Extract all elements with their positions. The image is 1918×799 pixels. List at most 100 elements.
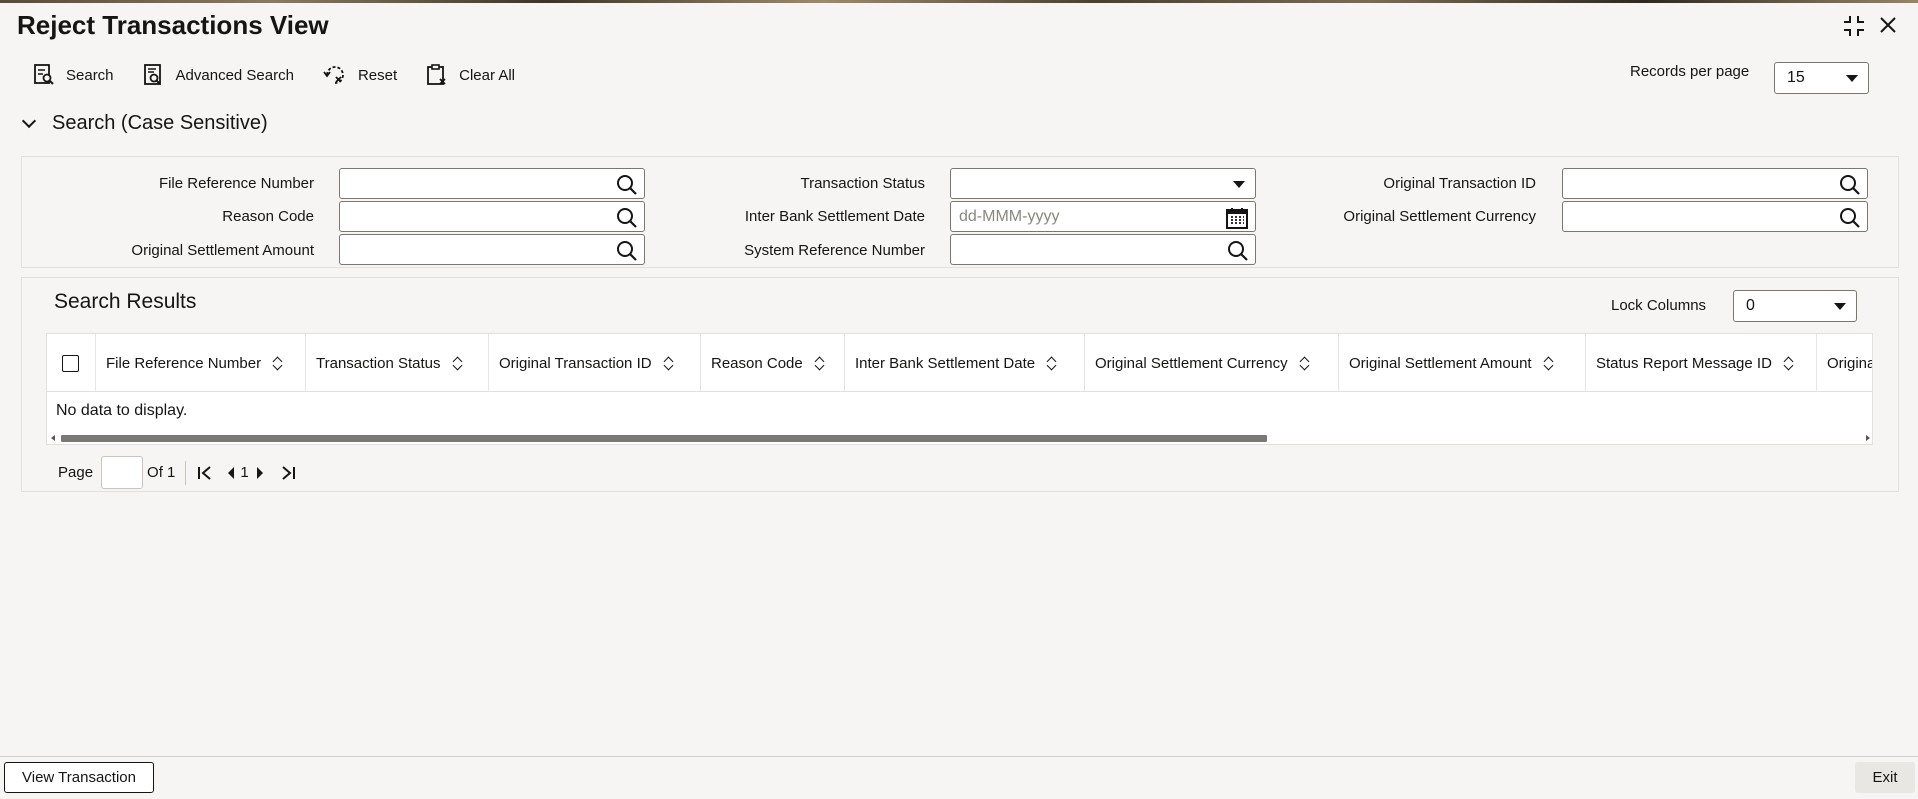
scroll-right-icon[interactable] xyxy=(1866,435,1870,441)
exit-button[interactable]: Exit xyxy=(1855,762,1915,793)
column-header-original-transaction-id[interactable]: Original Transaction ID xyxy=(489,334,701,392)
search-icon[interactable] xyxy=(616,207,638,229)
records-per-page-select[interactable]: 15 xyxy=(1774,62,1869,94)
column-header-original-settlement-amount[interactable]: Original Settlement Amount xyxy=(1339,334,1586,392)
column-header-original-settlement-currency[interactable]: Original Settlement Currency xyxy=(1085,334,1339,392)
chevron-down-icon xyxy=(1846,75,1858,82)
results-grid-header: File Reference Number Transaction Status… xyxy=(47,334,1872,392)
view-transaction-button[interactable]: View Transaction xyxy=(4,762,154,793)
column-header-file-reference-number[interactable]: File Reference Number xyxy=(96,334,306,392)
transaction-status-select[interactable] xyxy=(950,168,1256,199)
inter-bank-settlement-date-input[interactable]: dd-MMM-yyyy xyxy=(950,201,1256,232)
sort-icon[interactable] xyxy=(1784,356,1794,370)
column-header-label: File Reference Number xyxy=(106,354,262,372)
original-settlement-currency-label: Original Settlement Currency xyxy=(1343,208,1536,225)
column-header-label: Inter Bank Settlement Date xyxy=(855,354,1036,372)
file-reference-number-input[interactable] xyxy=(339,168,645,199)
sort-icon[interactable] xyxy=(1047,356,1057,370)
inter-bank-settlement-date-label: Inter Bank Settlement Date xyxy=(744,208,925,225)
scroll-left-icon[interactable] xyxy=(51,435,55,441)
calendar-icon[interactable] xyxy=(1225,207,1249,229)
column-header-truncated[interactable]: Origina xyxy=(1817,334,1872,392)
next-page-icon[interactable] xyxy=(255,466,265,480)
results-grid: File Reference Number Transaction Status… xyxy=(46,333,1873,445)
select-all-checkbox[interactable] xyxy=(62,354,79,372)
column-header-label: Transaction Status xyxy=(316,354,441,372)
date-placeholder: dd-MMM-yyyy xyxy=(959,207,1060,225)
lock-columns-value: 0 xyxy=(1746,297,1755,314)
clear-all-icon xyxy=(427,64,446,85)
page-number-input[interactable] xyxy=(101,456,144,489)
search-icon[interactable] xyxy=(616,174,638,196)
empty-state-text: No data to display. xyxy=(56,402,188,419)
toolbar: Search Advanced Search Reset Clear All xyxy=(32,62,543,88)
reset-button[interactable]: Reset xyxy=(322,62,397,88)
minimize-icon[interactable] xyxy=(1842,14,1866,44)
top-decorative-strip xyxy=(0,0,1918,3)
file-reference-number-label: File Reference Number xyxy=(158,175,314,192)
column-header-label: Original Transaction ID xyxy=(499,354,652,372)
column-header-label: Original Settlement Amount xyxy=(1349,354,1532,372)
search-icon[interactable] xyxy=(616,240,638,262)
search-doc-icon xyxy=(34,64,54,85)
system-reference-number-label: System Reference Number xyxy=(744,242,925,259)
search-icon[interactable] xyxy=(1227,240,1249,262)
original-settlement-amount-input[interactable] xyxy=(339,234,645,265)
footer-bar: View Transaction Exit xyxy=(0,756,1918,799)
first-page-icon[interactable] xyxy=(196,465,214,481)
column-header-label: Original Settlement Currency xyxy=(1095,354,1288,372)
search-icon[interactable] xyxy=(1839,174,1861,196)
chevron-down-icon xyxy=(21,113,37,128)
pagination: Page Of 1 1 xyxy=(58,456,297,489)
column-header-reason-code[interactable]: Reason Code xyxy=(701,334,845,392)
original-settlement-amount-label: Original Settlement Amount xyxy=(131,242,314,259)
column-header-inter-bank-settlement-date[interactable]: Inter Bank Settlement Date xyxy=(845,334,1085,392)
sort-icon[interactable] xyxy=(664,356,674,370)
lock-columns-label: Lock Columns xyxy=(1611,297,1707,314)
sort-icon[interactable] xyxy=(453,356,463,370)
scrollbar-thumb[interactable] xyxy=(61,435,1267,442)
search-section-title: Search (Case Sensitive) xyxy=(52,112,268,134)
column-header-status-report-message-id[interactable]: Status Report Message ID xyxy=(1586,334,1817,392)
advanced-search-icon xyxy=(143,64,161,85)
original-settlement-currency-input[interactable] xyxy=(1562,201,1868,232)
search-icon[interactable] xyxy=(1839,207,1861,229)
page-of-label: Of 1 xyxy=(147,464,176,481)
sort-icon[interactable] xyxy=(273,356,283,370)
advanced-search-button[interactable]: Advanced Search xyxy=(142,62,294,88)
reason-code-input[interactable] xyxy=(339,201,645,232)
sort-icon[interactable] xyxy=(1300,356,1310,370)
records-per-page-label: Records per page xyxy=(1630,63,1750,80)
previous-page-icon[interactable] xyxy=(226,466,236,480)
reason-code-label: Reason Code xyxy=(222,208,314,225)
chevron-down-icon xyxy=(1233,180,1245,188)
current-page-number: 1 xyxy=(240,464,249,481)
records-per-page-value: 15 xyxy=(1787,69,1805,86)
clear-all-button-label: Clear All xyxy=(459,66,515,84)
search-button-label: Search xyxy=(66,66,114,84)
search-results-title: Search Results xyxy=(54,290,197,313)
pager-divider xyxy=(185,460,187,485)
page-label: Page xyxy=(58,464,94,481)
last-page-icon[interactable] xyxy=(279,465,297,481)
lock-columns-select[interactable]: 0 xyxy=(1733,290,1857,322)
close-icon[interactable] xyxy=(1877,14,1899,42)
original-transaction-id-label: Original Transaction ID xyxy=(1383,175,1536,192)
advanced-search-button-label: Advanced Search xyxy=(175,66,294,84)
column-header-label: Reason Code xyxy=(711,354,803,372)
search-section-toggle[interactable]: Search (Case Sensitive) xyxy=(20,112,268,135)
search-button[interactable]: Search xyxy=(32,62,114,88)
reset-icon xyxy=(323,66,344,84)
horizontal-scrollbar[interactable] xyxy=(47,432,1872,444)
clear-all-button[interactable]: Clear All xyxy=(425,62,515,88)
chevron-down-icon xyxy=(1834,303,1846,310)
column-header-transaction-status[interactable]: Transaction Status xyxy=(306,334,489,392)
transaction-status-label: Transaction Status xyxy=(800,175,925,192)
system-reference-number-input[interactable] xyxy=(950,234,1256,265)
original-transaction-id-input[interactable] xyxy=(1562,168,1868,199)
sort-icon[interactable] xyxy=(815,356,825,370)
page-title: Reject Transactions View xyxy=(17,10,329,40)
select-all-cell xyxy=(47,334,96,392)
sort-icon[interactable] xyxy=(1544,356,1554,370)
reset-button-label: Reset xyxy=(357,66,398,84)
